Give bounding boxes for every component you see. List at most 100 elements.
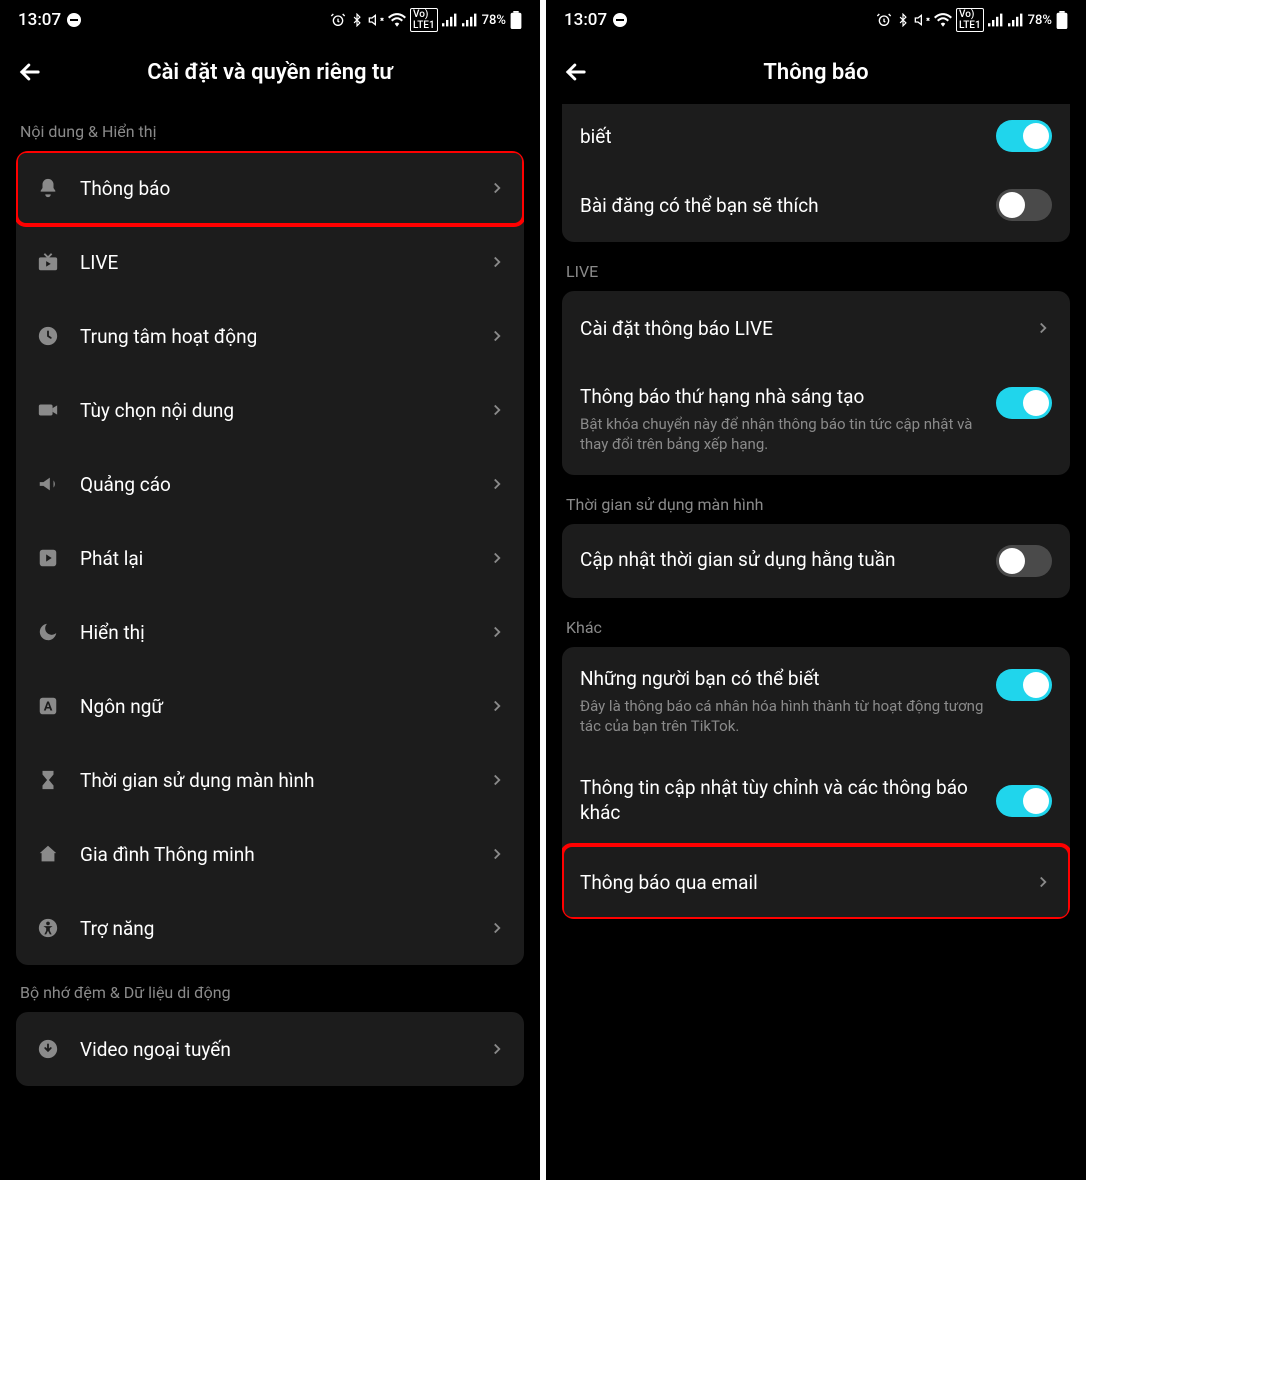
chevron-right-icon xyxy=(488,549,506,567)
toggle-on[interactable] xyxy=(996,387,1052,419)
screentime-card: Cập nhật thời gian sử dụng hằng tuần xyxy=(562,524,1070,598)
partial-card: biết Bài đăng có thể bạn sẽ thích xyxy=(562,104,1070,242)
wifi-icon xyxy=(934,13,952,27)
chevron-right-icon xyxy=(488,697,506,715)
bluetooth-icon xyxy=(896,13,910,27)
dnd-icon xyxy=(67,13,81,27)
bluetooth-icon xyxy=(350,13,364,27)
chevron-right-icon xyxy=(488,475,506,493)
app-bar: Cài đặt và quyền riêng tư xyxy=(0,40,540,104)
status-icons: Vo)LTE1 78% xyxy=(330,8,522,32)
row-ads[interactable]: Quảng cáo xyxy=(16,447,524,521)
chevron-right-icon xyxy=(488,253,506,271)
settings-list: Thông báo LIVE Trung tâm hoạt động Tùy c… xyxy=(16,151,524,965)
page-title: Cài đặt và quyền riêng tư xyxy=(147,60,393,85)
row-people-know[interactable]: Những người bạn có thể biết Đây là thông… xyxy=(562,647,1070,757)
status-time: 13:07 xyxy=(564,10,607,30)
row-creator-rank[interactable]: Thông báo thứ hạng nhà sáng tạo Bật khóa… xyxy=(562,365,1070,475)
row-label: Thông báo xyxy=(80,177,488,200)
row-label: Trung tâm hoạt động xyxy=(80,325,488,348)
row-notifications[interactable]: Thông báo xyxy=(16,151,524,225)
row-screentime[interactable]: Thời gian sử dụng màn hình xyxy=(16,743,524,817)
toggle-off[interactable] xyxy=(996,545,1052,577)
back-button[interactable] xyxy=(562,58,590,86)
row-accessibility[interactable]: Trợ năng xyxy=(16,891,524,965)
row-activity[interactable]: Trung tâm hoạt động xyxy=(16,299,524,373)
tv-icon xyxy=(34,251,62,273)
row-partial-top[interactable]: biết xyxy=(562,104,1070,168)
row-subtext: Bật khóa chuyển này để nhận thông báo ti… xyxy=(580,414,996,455)
row-label: Video ngoại tuyến xyxy=(80,1038,488,1061)
toggle-on[interactable] xyxy=(996,669,1052,701)
camera-icon xyxy=(34,399,62,421)
chevron-right-icon xyxy=(488,919,506,937)
row-label: Ngôn ngữ xyxy=(80,695,488,718)
row-label: Cập nhật thời gian sử dụng hằng tuần xyxy=(580,548,996,573)
megaphone-icon xyxy=(34,473,62,495)
app-bar: Thông báo xyxy=(546,40,1086,104)
row-content-pref[interactable]: Tùy chọn nội dung xyxy=(16,373,524,447)
row-label: Thông báo qua email xyxy=(580,871,1034,894)
svg-text:A: A xyxy=(44,700,53,715)
chevron-right-icon xyxy=(488,327,506,345)
chevron-right-icon xyxy=(488,771,506,789)
row-label: Phát lại xyxy=(80,547,488,570)
toggle-off[interactable] xyxy=(996,189,1052,221)
signal2-icon xyxy=(1008,13,1024,27)
language-icon: A xyxy=(34,695,62,717)
download-icon xyxy=(34,1038,62,1060)
bell-icon xyxy=(34,177,62,199)
row-family[interactable]: Gia đình Thông minh xyxy=(16,817,524,891)
chevron-right-icon xyxy=(488,845,506,863)
toggle-on[interactable] xyxy=(996,120,1052,152)
row-posts-like[interactable]: Bài đăng có thể bạn sẽ thích xyxy=(562,168,1070,242)
signal-icon xyxy=(442,13,458,27)
row-label: LIVE xyxy=(80,251,488,274)
row-custom-updates[interactable]: Thông tin cập nhật tùy chỉnh và các thôn… xyxy=(562,756,1070,845)
status-time: 13:07 xyxy=(18,10,61,30)
section-header-cache: Bộ nhớ đệm & Dữ liệu di động xyxy=(20,983,520,1002)
status-bar: 13:07 Vo)LTE1 78% xyxy=(0,0,540,40)
page-title: Thông báo xyxy=(763,60,868,85)
alarm-icon xyxy=(876,12,892,28)
battery-icon xyxy=(1056,11,1068,29)
section-header-content: Nội dung & Hiển thị xyxy=(20,122,520,141)
signal-icon xyxy=(988,13,1004,27)
back-button[interactable] xyxy=(16,58,44,86)
row-live[interactable]: LIVE xyxy=(16,225,524,299)
cache-list: Video ngoại tuyến xyxy=(16,1012,524,1086)
row-label: Trợ năng xyxy=(80,917,488,940)
row-label: Thông tin cập nhật tùy chỉnh và các thôn… xyxy=(580,776,996,825)
battery-pct: 78% xyxy=(482,13,506,28)
signal2-icon xyxy=(462,13,478,27)
section-header-live: LIVE xyxy=(566,262,1066,281)
row-language[interactable]: A Ngôn ngữ xyxy=(16,669,524,743)
row-offline-video[interactable]: Video ngoại tuyến xyxy=(16,1012,524,1086)
row-playback[interactable]: Phát lại xyxy=(16,521,524,595)
mute-icon xyxy=(368,12,384,28)
row-label: Gia đình Thông minh xyxy=(80,843,488,866)
toggle-on[interactable] xyxy=(996,785,1052,817)
battery-icon xyxy=(510,11,522,29)
section-header-other: Khác xyxy=(566,618,1066,637)
chevron-right-icon xyxy=(488,623,506,641)
moon-icon xyxy=(34,621,62,643)
row-weekly[interactable]: Cập nhật thời gian sử dụng hằng tuần xyxy=(562,524,1070,598)
row-subtext: Đây là thông báo cá nhân hóa hình thành … xyxy=(580,696,996,737)
chevron-right-icon xyxy=(1034,873,1052,891)
row-display[interactable]: Hiển thị xyxy=(16,595,524,669)
volte-icon: Vo)LTE1 xyxy=(410,8,438,32)
battery-pct: 78% xyxy=(1028,13,1052,28)
row-label: Bài đăng có thể bạn sẽ thích xyxy=(580,194,996,217)
row-live-settings[interactable]: Cài đặt thông báo LIVE xyxy=(562,291,1070,365)
chevron-right-icon xyxy=(488,401,506,419)
row-label: Những người bạn có thể biết xyxy=(580,667,996,690)
clock-icon xyxy=(34,325,62,347)
hourglass-icon xyxy=(34,769,62,791)
status-icons: Vo)LTE1 78% xyxy=(876,8,1068,32)
wifi-icon xyxy=(388,13,406,27)
back-arrow-icon xyxy=(562,58,590,86)
row-email-notifications[interactable]: Thông báo qua email xyxy=(562,845,1070,919)
home-icon xyxy=(34,843,62,865)
chevron-right-icon xyxy=(1034,319,1052,337)
